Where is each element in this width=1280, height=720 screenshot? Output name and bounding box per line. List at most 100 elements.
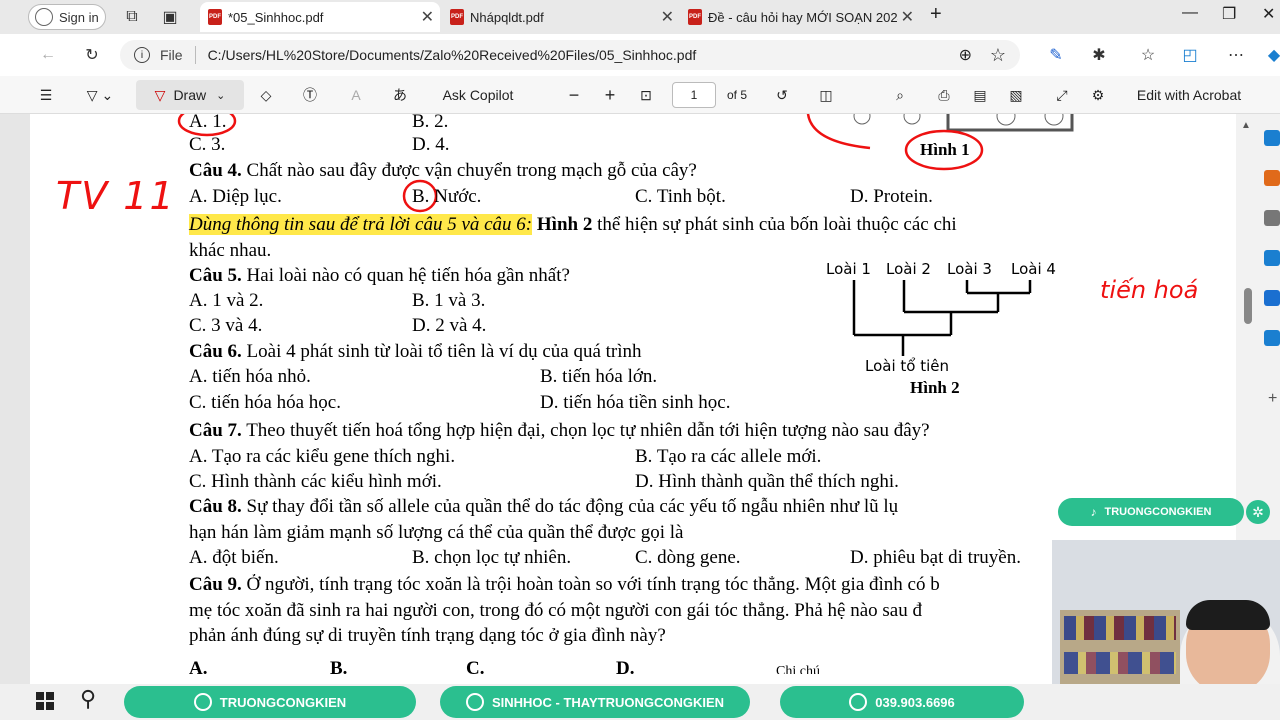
restore-icon[interactable]: ❐ xyxy=(1222,4,1236,24)
species-label: Loài 4 xyxy=(1011,260,1056,278)
print-icon[interactable]: ⎙ xyxy=(932,76,956,114)
sidebar-shopping-icon[interactable] xyxy=(1264,170,1280,186)
question-text: phản ánh đúng sự di truyền tính trạng dạ… xyxy=(189,625,666,646)
answer-option: B. tiến hóa lớn. xyxy=(540,366,658,387)
ask-copilot-button[interactable]: Ask Copilot xyxy=(438,76,518,114)
pedigree-option: D. xyxy=(616,658,635,674)
minimize-icon[interactable]: — xyxy=(1182,4,1198,22)
answer-option: A. Diệp lục. xyxy=(189,186,282,207)
sidebar-outlook-icon[interactable] xyxy=(1264,290,1280,306)
pedigree-option: A. xyxy=(189,658,208,674)
zoom-icon[interactable]: ⊕ xyxy=(959,45,972,65)
sidebar-copilot-icon[interactable] xyxy=(1264,130,1280,146)
bold-ref: Hình 2 xyxy=(532,214,593,235)
question-6: Câu 6. Loài 4 phát sinh từ loài tổ tiên … xyxy=(189,341,642,363)
question-number: Câu 8. xyxy=(189,496,242,517)
copilot-icon[interactable]: ◆ xyxy=(1260,41,1280,69)
page-view-icon[interactable]: ◫ xyxy=(814,76,838,114)
close-tab-icon[interactable]: ✕ xyxy=(661,7,674,27)
sidebar-app-icon[interactable] xyxy=(1264,330,1280,346)
answer-option: B. Tạo ra các allele mới. xyxy=(635,446,822,467)
pedigree-option: B. xyxy=(330,658,348,674)
question-number: Câu 4. xyxy=(189,160,242,181)
overlay-pill-name: TRUONGCONGKIEN xyxy=(124,686,416,718)
tab-05-sinhhoc[interactable]: PDF *05_Sinhhoc.pdf ✕ xyxy=(200,2,440,32)
contents-icon[interactable]: ☰ xyxy=(34,76,58,114)
answer-option: A. Tạo ra các kiểu gene thích nghi. xyxy=(189,446,456,467)
answer-option: A. 1. xyxy=(189,111,227,132)
pill-label: 039.903.6696 xyxy=(875,694,955,710)
pill-label: TRUONGCONGKIEN xyxy=(219,694,347,710)
pdf-icon: PDF xyxy=(208,9,222,25)
search-icon[interactable]: ⌕ xyxy=(888,76,912,114)
close-window-icon[interactable]: ✕ xyxy=(1262,4,1275,24)
edit-with-acrobat-button[interactable]: Edit with Acrobat xyxy=(1128,76,1250,114)
scroll-up-icon[interactable]: ▲ xyxy=(1241,120,1251,131)
facebook-icon xyxy=(465,693,484,711)
ancestor-label: Loài tổ tiên xyxy=(865,357,950,375)
pen-stroke xyxy=(806,114,871,150)
answer-option: D. tiến hóa tiền sinh học. xyxy=(540,392,731,413)
page-number-input[interactable]: 1 xyxy=(672,82,716,108)
back-icon[interactable]: ← xyxy=(34,41,62,69)
draw-button[interactable]: ▽ Draw ⌄ xyxy=(136,80,244,110)
settings-gear-icon[interactable]: ⚙ xyxy=(1086,76,1110,114)
pen-extension-icon[interactable]: ✎ xyxy=(1042,41,1070,69)
eraser-icon[interactable]: ◇ xyxy=(254,76,278,114)
save-as-icon[interactable]: ▧ xyxy=(1004,76,1028,114)
overlay-pill-phone: 039.903.6696 xyxy=(780,686,1024,718)
answer-option: A. 1 và 2. xyxy=(189,290,264,311)
brand-circle-icon xyxy=(193,693,212,711)
text-box-icon[interactable]: Ⓣ xyxy=(298,76,322,114)
more-menu-icon[interactable]: ⋯ xyxy=(1222,41,1250,69)
new-tab-icon[interactable]: + xyxy=(930,3,942,26)
scrollbar-thumb[interactable] xyxy=(1244,288,1252,324)
question-number: Câu 6. xyxy=(189,341,242,362)
answer-option: A. đột biến. xyxy=(189,547,279,568)
figure-caption-hinh1: Hình 1 xyxy=(920,140,970,159)
info-icon[interactable]: i xyxy=(134,47,150,63)
question-number: Câu 7. xyxy=(189,420,242,441)
save-icon[interactable]: ▤ xyxy=(968,76,992,114)
read-aloud-icon[interactable]: A xyxy=(344,76,368,114)
species-label: Loài 3 xyxy=(947,260,992,278)
question-text: Ở người, tính trạng tóc xoăn là trội hoà… xyxy=(241,574,940,595)
windows-start-icon[interactable] xyxy=(36,692,54,710)
answer-option: C. 3. xyxy=(189,134,226,155)
tab-title: Đề - câu hỏi hay MỚI SOẠN 2024 xyxy=(708,9,898,25)
zoom-in-icon[interactable]: + xyxy=(600,76,620,114)
screen: Sign in ⧉ ▣ PDF *05_Sinhhoc.pdf ✕ PDF Nh… xyxy=(0,0,1280,720)
translate-icon[interactable]: あ xyxy=(388,76,412,114)
close-tab-icon[interactable]: ✕ xyxy=(901,7,914,27)
fit-page-icon[interactable]: ⊡ xyxy=(636,76,656,114)
brand-logo-icon: ✲ xyxy=(1246,500,1270,524)
favorite-star-icon[interactable]: ☆ xyxy=(990,45,1006,66)
address-field[interactable]: i File C:/Users/HL%20Store/Documents/Zal… xyxy=(120,40,1020,70)
extensions-icon[interactable]: ✱ xyxy=(1085,41,1113,69)
refresh-icon[interactable]: ↻ xyxy=(78,41,106,69)
answer-option: C. Tinh bột. xyxy=(635,186,726,207)
highlight-tool-icon[interactable]: ▽ ⌄ xyxy=(80,76,120,114)
sign-in-button[interactable]: Sign in xyxy=(28,4,106,30)
sidebar-add-icon[interactable]: + xyxy=(1268,390,1277,408)
tab-title: Nhápqldt.pdf xyxy=(470,9,544,25)
hinh1-figure-frame xyxy=(946,114,1074,132)
answer-option: D. 2 và 4. xyxy=(412,315,487,336)
collections-icon[interactable]: ◰ xyxy=(1176,41,1204,69)
close-tab-icon[interactable]: ✕ xyxy=(421,7,434,27)
zoom-out-icon[interactable]: − xyxy=(564,76,584,114)
fullscreen-icon[interactable]: ⤢ xyxy=(1050,76,1074,114)
favorites-icon[interactable]: ☆ xyxy=(1134,41,1162,69)
sidebar-people-icon[interactable] xyxy=(1264,210,1280,226)
sidebar-tools-icon[interactable] xyxy=(1264,250,1280,266)
context-text: thể hiện sự phát sinh của bốn loài thuộc… xyxy=(592,214,957,235)
tab-actions-icon[interactable]: ▣ xyxy=(156,3,184,31)
tab-title: *05_Sinhhoc.pdf xyxy=(228,9,324,25)
taskbar-search-icon[interactable]: ⚲ xyxy=(80,686,96,712)
rotate-icon[interactable]: ↺ xyxy=(770,76,794,114)
species-label: Loài 2 xyxy=(886,260,931,278)
chevron-down-icon: ⌄ xyxy=(216,89,226,102)
workspaces-icon[interactable]: ⧉ xyxy=(118,3,146,31)
tab-de-cau-hoi[interactable]: PDF Đề - câu hỏi hay MỚI SOẠN 2024 ✕ xyxy=(680,2,920,32)
tab-napqldt[interactable]: PDF Nhápqldt.pdf ✕ xyxy=(442,2,680,32)
